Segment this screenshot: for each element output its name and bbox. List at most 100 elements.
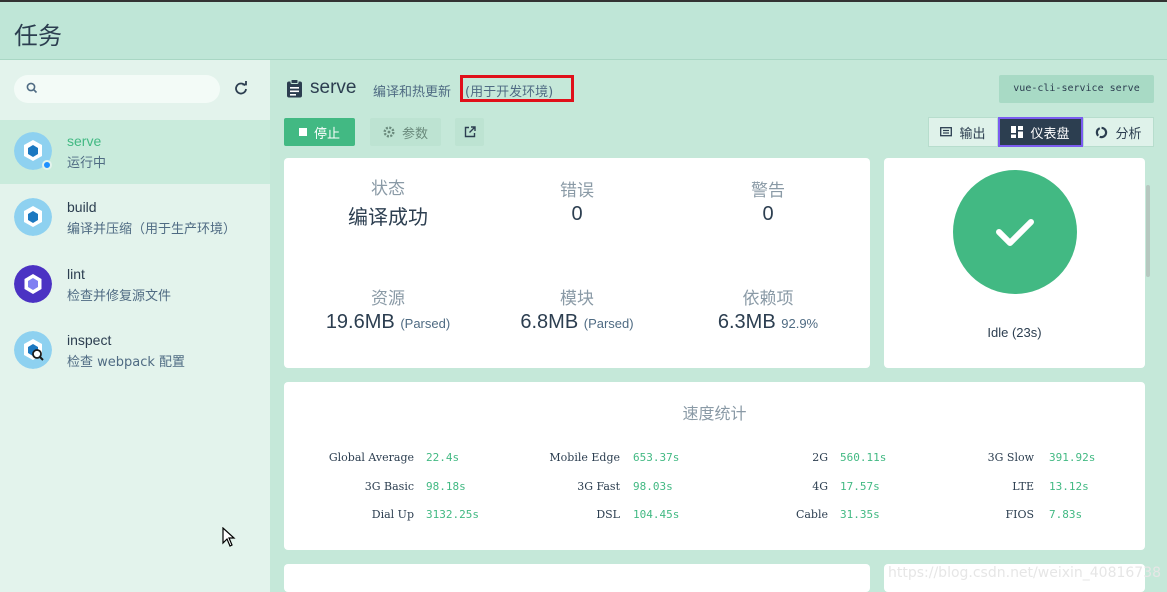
tab-output[interactable]: 输出 (928, 117, 998, 147)
task-item-serve[interactable]: serve 运行中 (0, 120, 270, 184)
stat-value: 0 (571, 203, 583, 225)
bottom-card-left (284, 564, 870, 592)
terminal-icon (940, 126, 953, 136)
search-input[interactable] (14, 75, 220, 103)
task-env-note: (用于开发环境) (460, 75, 574, 102)
stop-button[interactable]: 停止 (284, 118, 355, 146)
speed-label: Mobile Edge (549, 451, 620, 464)
stat-label: 错误 (560, 181, 594, 201)
speed-value: 653.37s (633, 451, 680, 464)
speed-value: 104.45s (633, 508, 680, 521)
stat-value: 编译成功 (348, 207, 428, 229)
task-name: lint (67, 266, 85, 282)
stat-value: 0 (762, 203, 774, 225)
task-item-lint[interactable]: lint 检查并修复源文件 (0, 253, 270, 317)
speed-label: DSL (596, 508, 620, 521)
speed-value: 391.92s (1049, 451, 1096, 464)
watermark: https://blog.csdn.net/weixin_40816738 (888, 565, 1162, 581)
task-item-inspect[interactable]: inspect 检查 webpack 配置 (0, 319, 270, 383)
params-button[interactable]: 参数 (370, 118, 441, 146)
task-name: build (67, 199, 97, 215)
speed-value: 560.11s (840, 451, 887, 464)
stop-icon (298, 128, 307, 136)
speed-label: 3G Slow (987, 451, 1034, 464)
stat-note: 92.9% (781, 316, 819, 331)
top-bar: 任务 (0, 0, 1167, 60)
stat-value: 6.3MB (717, 311, 776, 333)
speed-label: FIOS (1005, 508, 1034, 521)
speed-value: 17.57s (840, 480, 880, 493)
speed-label: 2G (812, 451, 828, 464)
stat-status: 状态 编译成功 (328, 174, 448, 230)
task-desc: 运行中 (67, 156, 107, 171)
speed-value: 98.03s (633, 480, 673, 493)
task-desc: 检查并修复源文件 (67, 289, 172, 304)
speed-value: 31.35s (840, 508, 880, 521)
clipboard-icon (287, 79, 302, 98)
speed-label: Global Average (328, 451, 414, 464)
webpack-icon (14, 198, 52, 236)
stat-modules: 模块 6.8MB (Parsed) (497, 284, 657, 334)
donut-chart-icon (1096, 126, 1108, 138)
tab-output-label: 输出 (959, 126, 986, 142)
speed-title: 速度统计 (682, 404, 747, 423)
task-title: serve (310, 77, 357, 98)
task-description: 编译和热更新 (373, 85, 452, 100)
eslint-icon (14, 265, 52, 303)
success-circle (953, 170, 1077, 294)
speed-value: 3132.25s (426, 508, 479, 521)
speed-stats-card: 速度统计 Global Average 22.4s Mobile Edge 65… (284, 382, 1145, 550)
tab-analyze[interactable]: 分析 (1083, 117, 1154, 147)
stat-label: 依赖项 (742, 289, 794, 309)
stat-value: 6.8MB (520, 311, 579, 333)
speed-label: Cable (795, 508, 828, 521)
check-icon (996, 219, 1034, 246)
speed-value: 13.12s (1049, 480, 1089, 493)
stat-label: 状态 (371, 179, 405, 199)
stat-label: 模块 (560, 289, 594, 309)
stat-assets: 资源 19.6MB (Parsed) (308, 284, 468, 334)
stat-errors: 错误 0 (517, 176, 637, 226)
params-label: 参数 (401, 126, 428, 142)
open-external-button[interactable] (455, 118, 484, 146)
refresh-icon[interactable] (232, 79, 250, 97)
stat-note: (Parsed) (400, 316, 451, 331)
task-name: inspect (67, 332, 112, 348)
tab-dashboard[interactable]: 仪表盘 (998, 117, 1083, 147)
speed-label: LTE (1012, 480, 1034, 493)
gear-icon (383, 126, 395, 138)
speed-value: 22.4s (426, 451, 460, 464)
speed-label: Dial Up (371, 508, 414, 521)
open-in-new-icon (464, 126, 476, 138)
task-desc: 检查 webpack 配置 (67, 355, 186, 370)
stat-value: 19.6MB (325, 311, 395, 333)
tab-dashboard-label: 仪表盘 (1030, 126, 1070, 142)
search-icon (26, 82, 38, 94)
mouse-cursor-icon (222, 527, 236, 547)
speed-label: 3G Basic (364, 480, 414, 493)
speed-label: 4G (812, 480, 828, 493)
speed-value: 98.18s (426, 480, 466, 493)
stop-label: 停止 (313, 126, 340, 142)
speed-value: 7.83s (1049, 508, 1083, 521)
stat-dependencies: 依赖项 6.3MB 92.9% (688, 284, 848, 334)
stat-label: 警告 (751, 181, 785, 201)
page-title: 任务 (14, 22, 62, 50)
task-name: serve (67, 133, 102, 149)
dashboard-icon (1011, 126, 1024, 138)
build-status-card: Idle (23s) (884, 158, 1145, 368)
stat-label: 资源 (371, 289, 405, 309)
stat-note: (Parsed) (583, 316, 634, 331)
stats-card: 状态 编译成功 错误 0 警告 0 资源 19.6MB (Parsed) 模块 … (284, 158, 870, 368)
task-desc: 编译并压缩（用于生产环境） (67, 222, 237, 237)
task-item-build[interactable]: build 编译并压缩（用于生产环境） (0, 186, 270, 250)
speed-label: 3G Fast (577, 480, 620, 493)
task-command[interactable]: vue-cli-service serve (999, 75, 1154, 103)
scrollbar[interactable] (1146, 185, 1150, 277)
task-sidebar: serve 运行中 build 编译并压缩（用于生产环境） lint 检查并修复… (0, 60, 270, 592)
stat-warnings: 警告 0 (708, 176, 828, 226)
task-detail: serve 编译和热更新 (用于开发环境) vue-cli-service se… (270, 60, 1167, 592)
running-indicator (42, 160, 52, 170)
tab-analyze-label: 分析 (1115, 126, 1142, 142)
webpack-inspect-icon (14, 331, 52, 369)
